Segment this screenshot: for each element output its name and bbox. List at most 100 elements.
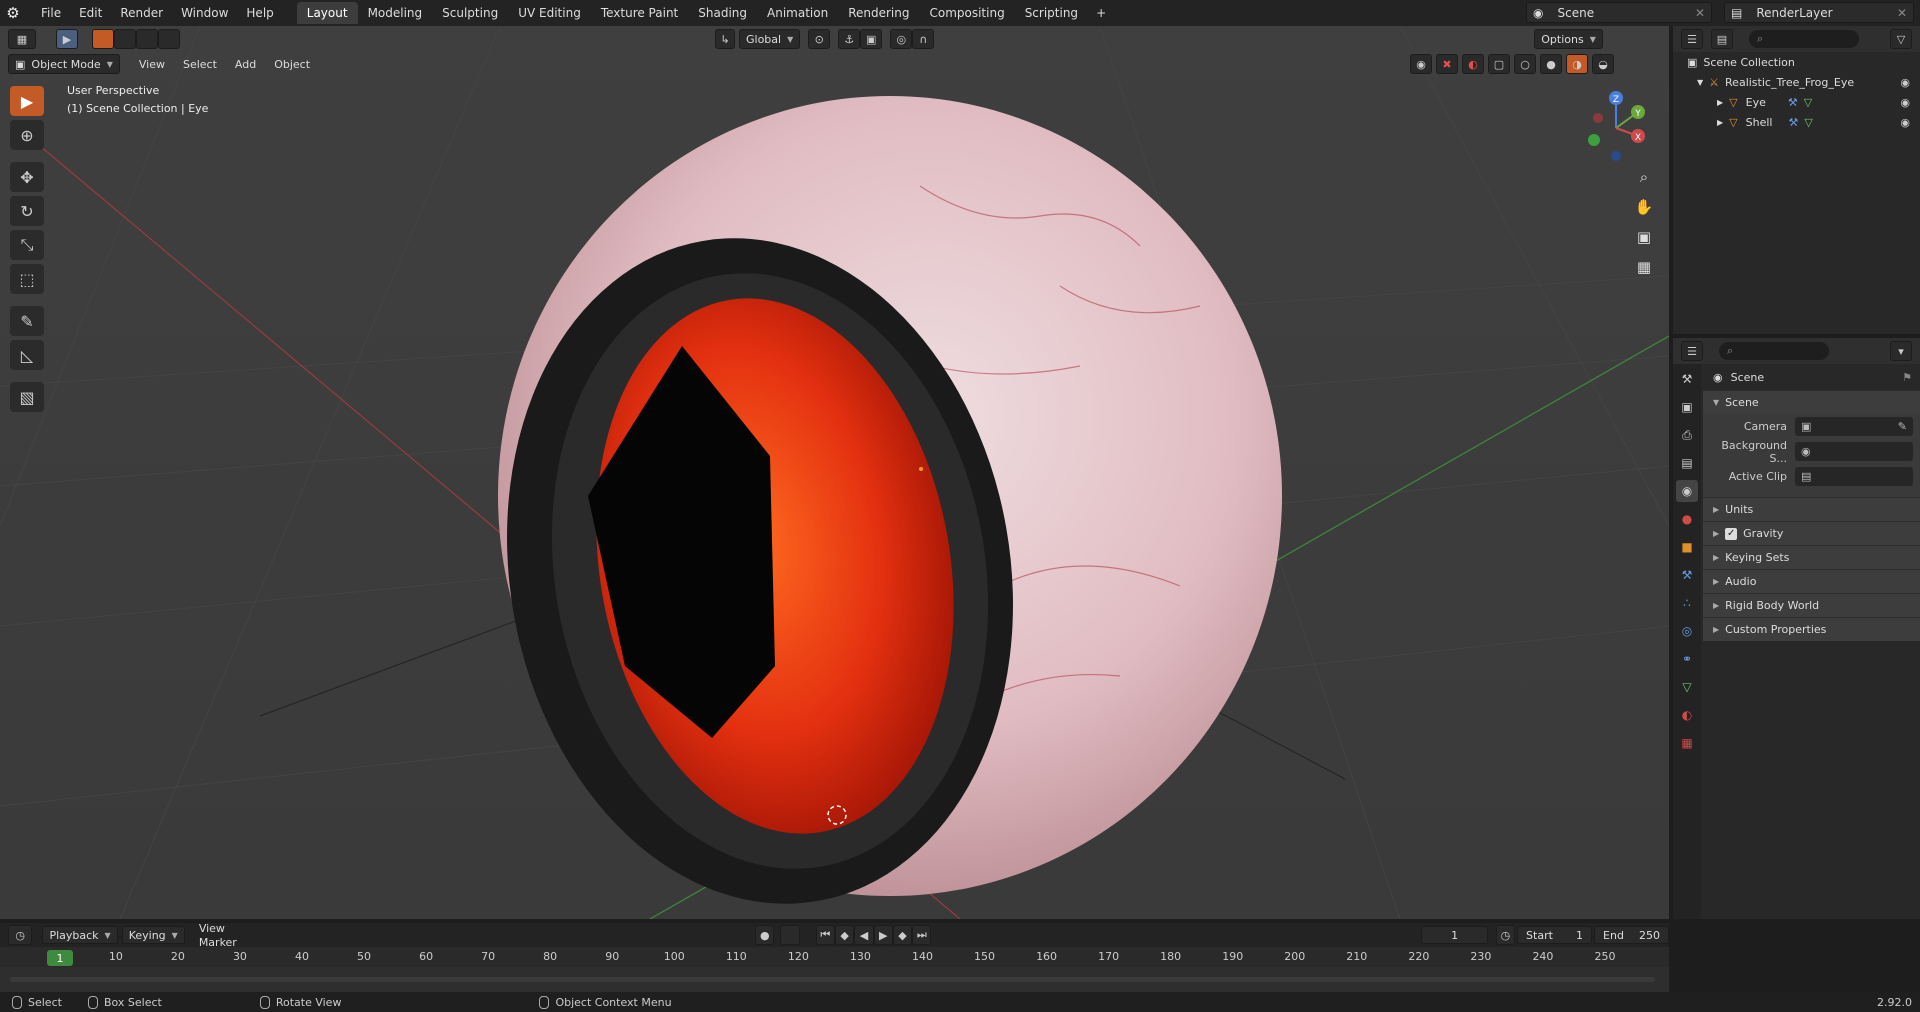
rendered-shading-icon[interactable]: ◒ [1592,54,1614,74]
modifier-tab-icon[interactable]: ⚒ [1676,564,1698,586]
units-section-header[interactable]: ▶ Units [1703,497,1920,521]
view-layer-tab-icon[interactable]: ▤ [1676,452,1698,474]
outliner-editor-icon[interactable]: ☰ [1681,29,1703,49]
menu-file[interactable]: File [32,6,70,20]
mode-dropdown[interactable]: ▣ Object Mode ▼ [8,54,120,74]
play-reverse-icon[interactable]: ◀ [854,925,874,945]
play-icon[interactable]: ▶ [873,925,893,945]
menu-help[interactable]: Help [237,6,282,20]
tab-sculpting[interactable]: Sculpting [432,2,508,24]
autokey-options-icon[interactable] [780,925,800,945]
jump-end-icon[interactable]: ⏭ [912,925,932,945]
rigid-body-world-section-header[interactable]: ▶ Rigid Body World [1703,593,1920,617]
proportional-edit-icon[interactable]: ◎ [890,29,913,49]
ortho-grid-icon[interactable]: ▦ [1630,254,1658,280]
material-tab-icon[interactable]: ◐ [1676,704,1698,726]
outliner-item[interactable]: ▶ ▽ Shell ⚒ ▽ ◉ [1673,112,1920,132]
outliner-item[interactable]: ▶ ▽ Eye ⚒ ▽ ◉ [1673,92,1920,112]
wireframe-shading-icon[interactable]: ○ [1514,54,1536,74]
eyedropper-icon[interactable]: ✎ [1898,420,1907,433]
transform-tool-icon[interactable]: ⬚ [10,264,44,294]
snap-target-icon[interactable]: ▣ [860,29,883,49]
cursor-tool-icon[interactable]: ⊕ [10,120,44,150]
object-tab-icon[interactable]: ■ [1676,536,1698,558]
annotate-tool-icon[interactable]: ✎ [10,306,44,336]
select-subtract-icon[interactable] [136,29,158,49]
scene-selector[interactable]: ◉ Scene ✕ [1526,2,1712,23]
material-shading-icon[interactable]: ◑ [1566,54,1588,74]
select-tool-icon[interactable]: ▶ [56,29,78,49]
view-layer-selector[interactable]: ▤ RenderLayer ✕ [1724,2,1914,23]
camera-field[interactable]: ▣ ✎ [1795,417,1913,436]
options-dropdown[interactable]: Options ▼ [1534,29,1603,49]
scene-section-header[interactable]: ▼ Scene [1703,390,1920,414]
visibility-eye-icon[interactable]: ◉ [1900,76,1910,89]
rotate-tool-icon[interactable]: ↻ [10,196,44,226]
keying-sets-section-header[interactable]: ▶ Keying Sets [1703,545,1920,569]
audio-section-header[interactable]: ▶ Audio [1703,569,1920,593]
output-tab-icon[interactable]: ⎙ [1676,424,1698,446]
snap-icon[interactable]: ⚓ [838,29,861,49]
constraints-tab-icon[interactable]: ⚭ [1676,648,1698,670]
close-icon[interactable]: ✕ [1897,6,1907,20]
gizmo-toggle-icon[interactable]: ✖ [1436,54,1458,74]
outliner-item[interactable]: ▼ ⚔ Realistic_Tree_Frog_Eye ◉ [1673,72,1920,92]
measure-tool-icon[interactable]: ◺ [10,340,44,370]
menu-window[interactable]: Window [172,6,237,20]
keying-dropdown[interactable]: Keying ▼ [121,926,185,944]
blender-logo-icon[interactable]: ⚙ [0,2,26,24]
tab-layout[interactable]: Layout [296,2,358,24]
menu-object[interactable]: Object [265,58,319,71]
expand-icon[interactable]: ▶ [1717,118,1723,127]
gravity-checkbox[interactable]: ✓ [1725,527,1738,540]
menu-add[interactable]: Add [226,58,265,71]
chevron-down-icon[interactable]: ▾ [1890,341,1912,361]
select-extend-icon[interactable] [114,29,136,49]
tab-modeling[interactable]: Modeling [358,2,433,24]
record-icon[interactable]: ● [755,925,775,945]
falloff-icon[interactable]: ∩ [912,29,935,49]
select-box-tool-icon[interactable]: ▶ [10,86,44,116]
tab-scripting[interactable]: Scripting [1015,2,1088,24]
visibility-eye-icon[interactable]: ◉ [1900,96,1910,109]
menu-view[interactable]: View [130,58,174,71]
outliner-search-input[interactable]: ⌕ [1749,30,1859,48]
filter-icon[interactable]: ▽ [1890,29,1912,49]
timeline-track[interactable] [0,967,1669,992]
tab-compositing[interactable]: Compositing [919,2,1014,24]
physics-tab-icon[interactable]: ◎ [1676,620,1698,642]
preview-range-icon[interactable]: ◷ [1495,925,1516,945]
background-scene-field[interactable]: ◉ [1795,442,1913,461]
tool-tab-icon[interactable]: ⚒ [1676,368,1698,390]
zoom-icon[interactable]: ⌕ [1630,164,1658,190]
select-intersect-icon[interactable] [158,29,180,49]
visibility-icon[interactable]: ◉ [1410,54,1432,74]
orientation-dropdown[interactable]: Global ▼ [739,29,801,49]
tab-uv-editing[interactable]: UV Editing [508,2,591,24]
prev-keyframe-icon[interactable]: ◆ [835,925,855,945]
scale-tool-icon[interactable]: ⤡ [10,230,44,260]
custom-properties-section-header[interactable]: ▶ Custom Properties [1703,617,1920,641]
select-new-icon[interactable] [92,29,114,49]
tab-shading[interactable]: Shading [688,2,757,24]
orientation-icon[interactable]: ↳ [715,29,735,49]
visibility-eye-icon[interactable]: ◉ [1900,116,1910,129]
tab-texture-paint[interactable]: Texture Paint [591,2,688,24]
jump-start-icon[interactable]: ⏮ [815,925,835,945]
start-frame-field[interactable]: Start 1 [1517,926,1593,944]
properties-search-input[interactable]: ⌕ [1719,342,1829,360]
pin-icon[interactable]: ⚑ [1902,371,1912,384]
pan-hand-icon[interactable]: ✋ [1630,194,1658,220]
world-tab-icon[interactable]: ● [1676,508,1698,530]
navigation-gizmo[interactable]: Z Y X [1576,88,1656,168]
playback-dropdown[interactable]: Playback ▼ [42,926,118,944]
3d-viewport[interactable]: ▦ ▶ ↳ Global ▼ ⊙ ⚓ ▣ ◎ ∩ Options ▼ ▣ Object… [0,26,1669,919]
xray-icon[interactable]: ▢ [1488,54,1510,74]
timeline-scrollbar[interactable] [10,977,1655,982]
tab-rendering[interactable]: Rendering [838,2,919,24]
scene-tab-icon[interactable]: ◉ [1676,480,1698,502]
tab-animation[interactable]: Animation [757,2,838,24]
editor-type-icon[interactable]: ▦ [8,29,36,49]
pivot-icon[interactable]: ⊙ [808,29,831,49]
close-icon[interactable]: ✕ [1695,6,1705,20]
